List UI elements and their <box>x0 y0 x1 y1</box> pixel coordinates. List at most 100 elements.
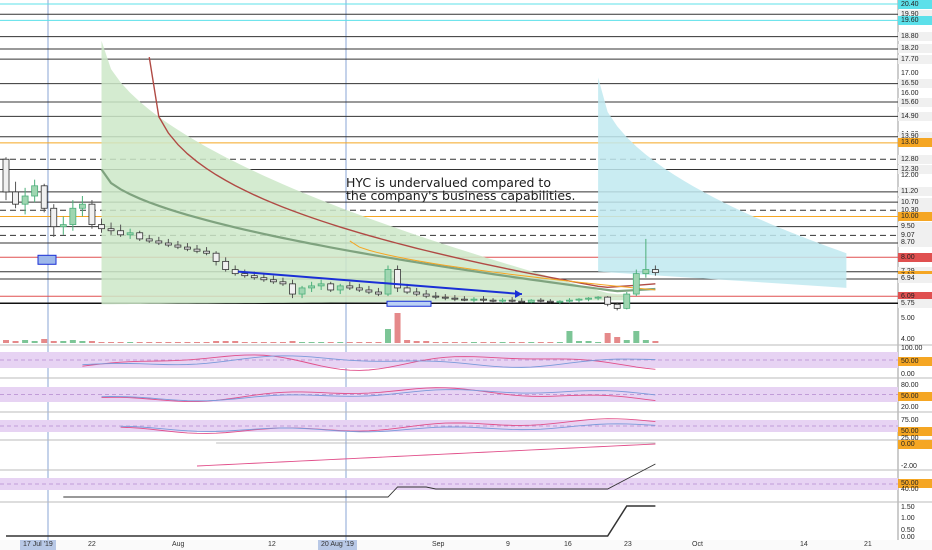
candle-body <box>289 283 296 295</box>
price-scale-label: 12.80 <box>898 154 932 164</box>
candle-body <box>546 300 554 303</box>
candle-body <box>403 287 411 293</box>
volume-bar <box>318 342 325 343</box>
candle-body <box>279 281 287 285</box>
candle-body <box>432 295 440 298</box>
volume-bar <box>461 342 468 343</box>
price-scale-label: 1.00 <box>901 514 915 522</box>
candle-body <box>298 287 306 295</box>
price-scale-label: 0.00 <box>898 439 932 449</box>
volume-bar <box>652 341 659 343</box>
volume-bar <box>576 341 582 343</box>
volume-bar <box>203 342 210 343</box>
volume-bar <box>308 342 315 343</box>
candle-body <box>480 298 487 301</box>
volume-bar <box>337 342 344 343</box>
candle-body <box>155 240 163 244</box>
candle-body <box>327 283 335 291</box>
price-scale-label: 18.80 <box>898 32 932 42</box>
volume-bar <box>528 342 535 343</box>
volume-bar <box>566 331 573 343</box>
candle-body <box>346 285 354 289</box>
candle-body <box>50 207 58 228</box>
time-axis-label: 16 <box>564 541 572 548</box>
volume-bar <box>155 342 162 343</box>
price-scale-label: 50.00 <box>898 391 932 401</box>
candle-body <box>193 248 201 252</box>
volume-bar <box>604 333 611 343</box>
candle-body <box>384 269 392 295</box>
candle-body <box>212 252 220 262</box>
time-axis-bg <box>0 540 932 550</box>
volume-bar <box>614 337 621 343</box>
volume-bar <box>3 340 9 343</box>
volume-bar <box>279 342 286 343</box>
price-scale-label: 14.90 <box>898 111 932 121</box>
candle-body <box>623 293 631 309</box>
price-scale-label: -2.00 <box>901 462 917 470</box>
price-scale-label: 9.50 <box>898 222 932 232</box>
volume-bar <box>222 341 229 343</box>
volume-bar <box>346 342 353 343</box>
price-scale-label: 50.00 <box>898 356 932 366</box>
candle-body <box>222 260 230 270</box>
time-axis-label: 22 <box>88 541 96 548</box>
price-scale-label: 6.94 <box>898 274 932 284</box>
candle-body <box>613 303 621 309</box>
candle-body <box>604 296 612 305</box>
volume-bar <box>394 313 401 343</box>
candle-body <box>164 242 172 246</box>
volume-bar <box>480 342 487 343</box>
candle-body <box>527 299 535 303</box>
volume-bar <box>79 341 86 343</box>
volume-bar <box>623 340 630 343</box>
candle-body <box>422 293 430 297</box>
price-scale-label: 16.50 <box>898 79 932 89</box>
candle-body <box>336 285 344 291</box>
volume-bar <box>499 342 506 343</box>
candle-body <box>231 269 239 275</box>
candle-body <box>566 299 573 302</box>
price-chart[interactable] <box>0 0 932 550</box>
candle-body <box>317 283 325 287</box>
highlight-box <box>386 300 432 307</box>
price-scale-label: 75.00 <box>901 416 919 424</box>
volume-bar <box>327 342 334 343</box>
volume-bar <box>146 342 153 343</box>
time-axis-label: 12 <box>268 541 276 548</box>
price-scale-label: 13.60 <box>898 138 932 148</box>
candle-body <box>136 232 144 240</box>
candle-body <box>308 285 316 289</box>
time-axis-label: 17 Jul '19 <box>20 540 56 550</box>
candle-body <box>537 299 545 302</box>
candle-body <box>88 203 96 226</box>
volume-bar <box>41 339 48 343</box>
volume-bar <box>490 342 497 343</box>
candle-body <box>174 244 182 248</box>
time-axis-label: Sep <box>432 541 445 548</box>
volume-bar <box>442 342 449 343</box>
candle-body <box>355 287 363 291</box>
volume-bar <box>127 342 134 343</box>
volume-bar <box>232 341 239 343</box>
volume-bar <box>375 342 382 343</box>
candle-body <box>451 297 459 300</box>
price-scale-label: 8.00 <box>898 252 932 262</box>
candle-body <box>260 277 268 281</box>
time-axis-label: 21 <box>864 541 872 548</box>
volume-bar <box>241 342 248 343</box>
price-scale-label: 4.00 <box>901 335 915 343</box>
volume-bar <box>165 342 172 343</box>
candle-body <box>269 279 277 283</box>
candle-body <box>375 291 382 295</box>
candle-body <box>594 296 602 299</box>
volume-bar <box>423 341 430 343</box>
candle-body <box>632 273 640 295</box>
candle-body <box>126 232 134 236</box>
price-scale-label: 100.00 <box>901 344 923 352</box>
volume-bar <box>88 341 95 343</box>
volume-bar <box>518 342 525 343</box>
candle-body <box>21 195 29 205</box>
volume-bar <box>251 342 258 343</box>
volume-bar <box>556 342 563 343</box>
